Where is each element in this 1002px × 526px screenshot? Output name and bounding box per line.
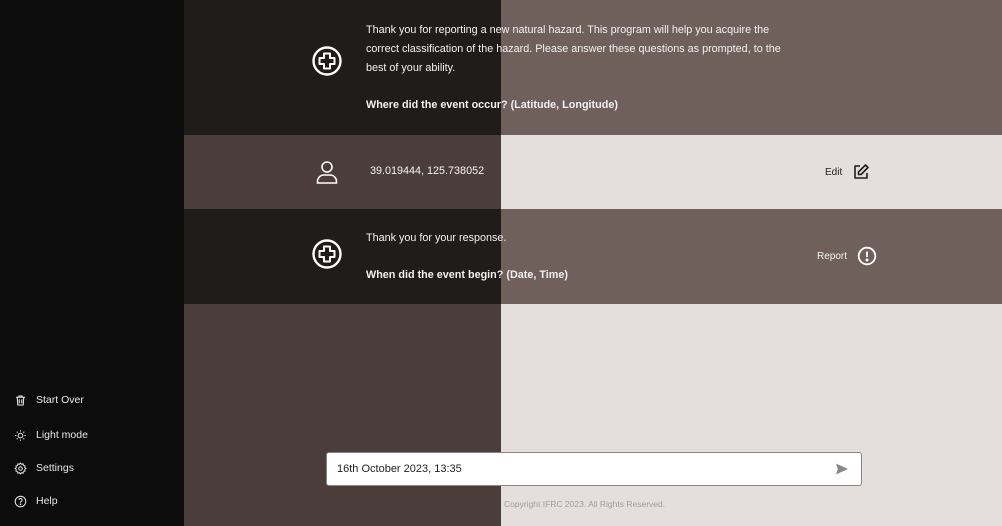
- plus-circle-icon: [312, 239, 342, 269]
- sun-icon: [15, 429, 26, 441]
- edit-icon: [854, 164, 870, 179]
- chat-area: Thank you for reporting a new natural ha…: [184, 0, 1002, 526]
- trash-icon: [16, 395, 25, 405]
- bot-message-text: Thank you for reporting a new natural ha…: [366, 24, 781, 74]
- help-label: Help: [36, 495, 58, 507]
- help-button[interactable]: Help: [14, 490, 58, 512]
- send-icon: [836, 463, 848, 475]
- help-circle-icon: [14, 495, 27, 507]
- user-icon: [316, 161, 338, 184]
- app-window: Start Over Light mode Settings Help Than…: [0, 0, 1002, 526]
- plus-circle-icon: [312, 46, 342, 76]
- bot-message: Thank you for reporting a new natural ha…: [184, 0, 1002, 135]
- settings-button[interactable]: Settings: [14, 457, 74, 479]
- copyright-text: Copyright IFRC 2023. All Rights Reserved…: [504, 499, 666, 509]
- settings-label: Settings: [36, 462, 74, 474]
- message-input-box: [326, 452, 862, 486]
- edit-label: Edit: [825, 166, 843, 178]
- bot-message-text: Thank you for your response.: [366, 232, 507, 244]
- light-mode-button[interactable]: Light mode: [14, 424, 88, 446]
- start-over-label: Start Over: [36, 394, 84, 406]
- sidebar: Start Over Light mode Settings Help: [0, 0, 184, 526]
- light-mode-label: Light mode: [36, 429, 88, 441]
- alert-circle-icon: [857, 246, 877, 266]
- send-button[interactable]: [833, 460, 851, 478]
- bot-message: Thank you for your response. When did th…: [184, 209, 1002, 304]
- bot-question: When did the event begin? (Date, Time): [366, 269, 568, 281]
- bot-question: Where did the event occur? (Latitude, Lo…: [366, 99, 618, 111]
- report-button[interactable]: Report: [817, 246, 877, 266]
- start-over-button[interactable]: Start Over: [14, 389, 84, 411]
- user-message-text: 39.019444, 125.738052: [370, 165, 485, 177]
- report-label: Report: [817, 250, 848, 262]
- message-input[interactable]: [337, 463, 833, 475]
- user-message: 39.019444, 125.738052 Edit: [184, 135, 1002, 209]
- edit-button[interactable]: Edit: [825, 163, 870, 181]
- gear-icon: [14, 461, 27, 475]
